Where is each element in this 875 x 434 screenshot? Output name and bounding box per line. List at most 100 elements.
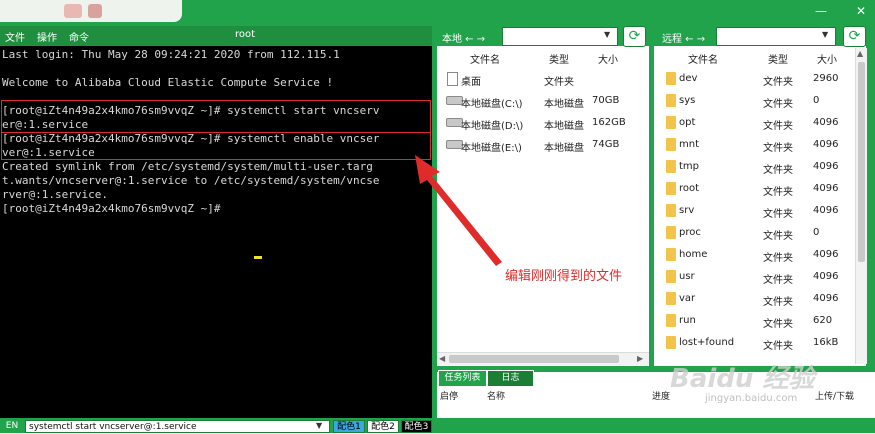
local-refresh-icon[interactable]: ⟳ [623,26,646,47]
file-type: 文件夹 [763,99,793,110]
file-size: 74GB [592,139,620,150]
minimize-button[interactable]: — [812,3,830,19]
local-row-disk-d[interactable]: 本地磁盘(D:\) 本地磁盘 162GB [443,112,643,134]
remote-row-srv[interactable]: srv 文件夹 4096 [660,200,855,222]
highlight-box-start-command [1,100,431,133]
file-type: 文件夹 [763,77,793,88]
file-name: mnt [679,139,699,150]
local-h-scrollbar[interactable]: ◀ ▶ [437,352,649,365]
file-name: lost+found [679,337,735,348]
folder-icon [666,292,676,305]
file-type: 文件夹 [763,121,793,132]
folder-icon [666,270,676,283]
terminal-line: rver@:1.service. [2,188,108,201]
terminal[interactable]: Last login: Thu May 28 09:24:21 2020 fro… [0,46,432,418]
folder-icon [666,116,676,129]
terminal-line: t.wants/vncserver@:1.service to /etc/sys… [2,174,380,187]
file-size: 4096 [813,117,839,128]
remote-row-run[interactable]: run 文件夹 620 [660,310,855,332]
tab-log[interactable]: 日志 [487,370,534,387]
task-col-name[interactable]: 名称 [487,389,505,402]
remote-path-dropdown[interactable] [716,27,836,46]
scroll-thumb[interactable] [858,62,865,262]
file-name: dev [679,73,698,84]
file-type: 文件夹 [763,253,793,264]
file-type: 文件夹 [763,209,793,220]
scroll-thumb[interactable] [449,355,619,363]
remote-row-root[interactable]: root 文件夹 4096 [660,178,855,200]
menu-operations[interactable]: 操作 [37,29,57,44]
file-name: proc [679,227,701,238]
task-col-start-stop[interactable]: 启停 [440,389,458,402]
menu-file[interactable]: 文件 [5,29,25,44]
file-name: usr [679,271,695,282]
remote-col-type[interactable]: 类型 [768,51,788,67]
remote-col-name[interactable]: 文件名 [688,51,718,67]
remote-row-tmp[interactable]: tmp 文件夹 4096 [660,156,855,178]
remote-row-opt[interactable]: opt 文件夹 4096 [660,112,855,134]
scroll-right-icon[interactable]: ▶ [637,354,643,363]
menu-commands[interactable]: 命令 [69,29,89,44]
remote-row-dev[interactable]: dev 文件夹 2960 [660,68,855,90]
pane-divider[interactable] [649,26,654,366]
color-scheme-1-button[interactable]: 配色1 [333,420,365,433]
command-input[interactable]: systemctl start vncserver@:1.service [25,420,330,433]
file-name: 本地磁盘(D:\) [461,121,524,132]
local-col-size[interactable]: 大小 [598,51,618,67]
file-size: 4096 [813,139,839,150]
task-col-transfer[interactable]: 上传/下载 [815,389,854,402]
window-border [866,26,875,366]
color-scheme-2-button[interactable]: 配色2 [367,420,399,433]
chevron-down-icon[interactable]: ▼ [604,30,610,39]
blurred-avatar [64,4,82,18]
scroll-left-icon[interactable]: ◀ [439,354,445,363]
window-title: root [235,29,256,40]
remote-row-usr[interactable]: usr 文件夹 4096 [660,266,855,288]
file-size: 4096 [813,271,839,282]
remote-col-size[interactable]: 大小 [817,51,837,67]
local-nav-label[interactable]: 本地 ← → [442,30,485,45]
file-size: 0 [813,95,820,106]
task-col-progress[interactable]: 进度 [652,389,670,402]
tab-task-list[interactable]: 任务列表 [438,370,487,387]
local-col-type[interactable]: 类型 [549,51,569,67]
file-name: srv [679,205,695,216]
menu-bar [0,26,432,46]
file-type: 文件夹 [544,77,574,88]
local-row-desktop[interactable]: 桌面 文件夹 [443,68,643,90]
file-name: sys [679,95,696,106]
remote-row-proc[interactable]: proc 文件夹 0 [660,222,855,244]
file-size: 70GB [592,95,620,106]
watermark-logo: Baidu 经验 [670,364,815,394]
annotation-text: 编辑刚刚得到的文件 [505,269,623,284]
local-row-disk-c[interactable]: 本地磁盘(C:\) 本地磁盘 70GB [443,90,643,112]
chevron-down-icon[interactable]: ▼ [822,30,828,39]
file-size: 620 [813,315,833,326]
remote-row-home[interactable]: home 文件夹 4096 [660,244,855,266]
file-type: 文件夹 [763,319,793,330]
scroll-up-icon[interactable]: ▲ [857,49,863,58]
terminal-cursor [254,256,262,259]
folder-icon [666,314,676,327]
close-button[interactable]: ✕ [852,3,870,19]
remote-v-scrollbar[interactable]: ▲ [855,48,867,364]
file-type: 文件夹 [763,231,793,242]
file-name: var [679,293,696,304]
file-size: 2960 [813,73,839,84]
remote-row-sys[interactable]: sys 文件夹 0 [660,90,855,112]
local-col-name[interactable]: 文件名 [470,51,500,67]
remote-refresh-icon[interactable]: ⟳ [843,26,866,47]
chevron-down-icon[interactable]: ▼ [316,421,322,430]
remote-nav-label[interactable]: 远程 ← → [662,30,705,45]
folder-icon [666,182,676,195]
remote-row-mnt[interactable]: mnt 文件夹 4096 [660,134,855,156]
file-name: run [679,315,696,326]
folder-icon [666,336,676,349]
color-scheme-3-button[interactable]: 配色3 [401,420,432,433]
file-type: 本地磁盘 [544,121,584,132]
file-size: 16kB [813,337,839,348]
local-path-dropdown[interactable] [502,27,618,46]
terminal-line: Welcome to Alibaba Cloud Elastic Compute… [2,76,334,89]
remote-row-lost-found[interactable]: lost+found 文件夹 16kB [660,332,855,354]
remote-row-var[interactable]: var 文件夹 4096 [660,288,855,310]
